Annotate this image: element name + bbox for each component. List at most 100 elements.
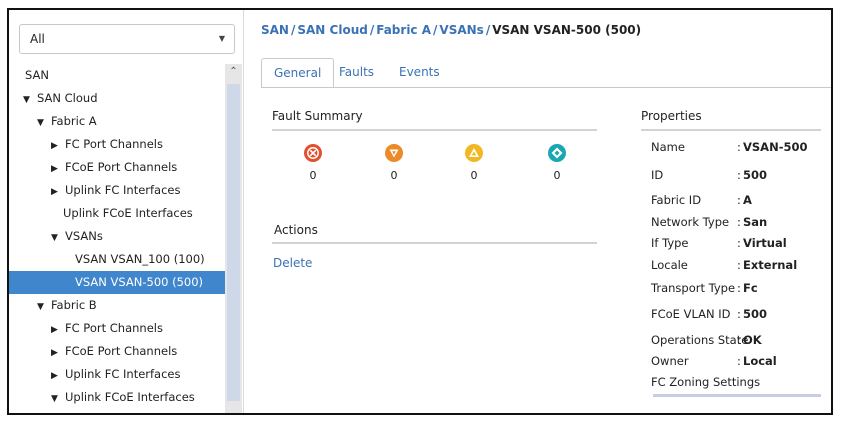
tree-node-label: Uplink FC Interfaces <box>65 183 181 197</box>
tab-divider <box>261 87 831 88</box>
tree-node[interactable]: ▼ Uplink FCoE Interfaces <box>9 386 225 409</box>
tree-node[interactable]: ▶ FCoE Port Channels <box>9 340 225 363</box>
chevron-down-icon[interactable]: ▼ <box>219 25 225 53</box>
tree-node-label: SAN <box>25 68 49 82</box>
property-colon: : <box>737 258 741 272</box>
tree-node[interactable]: VSAN VSAN-500 (500) <box>9 271 225 294</box>
tree-node-label: FCoE Port Channels <box>65 344 178 358</box>
property-value: VSAN-500 <box>743 140 808 154</box>
property-colon: : <box>737 193 741 207</box>
tab-faults[interactable]: Faults <box>327 58 386 88</box>
property-value: Local <box>743 354 777 368</box>
window-frame: All ▼ SAN ▼ SAN Cloud ▼ Fabric A ▶ FC Port Cha… <box>7 8 833 415</box>
tree-node[interactable]: ▶ FCoE Port Channels <box>9 156 225 179</box>
property-colon: : <box>737 168 741 182</box>
properties-divider <box>641 129 821 131</box>
fault-summary-divider <box>272 129 597 131</box>
property-key: ID <box>651 168 664 182</box>
tree-node-label: FCoE Port Channels <box>65 160 178 174</box>
actions-divider <box>272 242 597 244</box>
major-fault-icon <box>385 144 403 162</box>
tree-node[interactable]: ▶ Uplink FC Interfaces <box>9 179 225 202</box>
fc-zoning-settings-label[interactable]: FC Zoning Settings <box>651 375 760 389</box>
major-fault-count: 0 <box>390 169 398 182</box>
scroll-up-icon[interactable]: ⌃ <box>225 66 242 77</box>
critical-fault[interactable]: 0 <box>295 143 331 182</box>
tree-node[interactable]: SAN <box>9 64 225 87</box>
expanded-triangle-icon[interactable]: ▼ <box>51 227 65 250</box>
filter-selected-value: All <box>30 32 45 46</box>
tab-faults-label: Faults <box>339 65 375 79</box>
actions-title: Actions <box>274 223 318 237</box>
collapsed-triangle-icon[interactable]: ▶ <box>51 158 65 181</box>
breadcrumb-link[interactable]: SAN <box>261 23 289 37</box>
breadcrumb-current: VSAN VSAN-500 (500) <box>492 23 642 37</box>
property-key: If Type <box>651 236 689 250</box>
breadcrumb-separator: / <box>369 23 375 37</box>
tree-node[interactable]: ▶ Uplink FC Interfaces <box>9 363 225 386</box>
properties-scrollbar[interactable] <box>653 394 821 397</box>
critical-fault-icon <box>304 144 322 162</box>
tree-node[interactable]: VSAN VSAN_100 (100) <box>9 248 225 271</box>
collapsed-triangle-icon[interactable]: ▶ <box>51 365 65 388</box>
tree-node[interactable]: ▼ VSANs <box>9 225 225 248</box>
expanded-triangle-icon[interactable]: ▼ <box>51 388 65 411</box>
property-key: Locale <box>651 258 688 272</box>
breadcrumb-link[interactable]: Fabric A <box>376 23 431 37</box>
warning-fault-icon <box>548 144 566 162</box>
tree-node-label: Fabric A <box>51 114 97 128</box>
breadcrumb-link[interactable]: VSANs <box>439 23 483 37</box>
warning-fault[interactable]: 0 <box>539 143 575 182</box>
panel-divider[interactable] <box>243 10 244 413</box>
tree-node[interactable]: ▼ SAN Cloud <box>9 87 225 110</box>
delete-link[interactable]: Delete <box>273 256 312 270</box>
navigation-panel: All ▼ SAN ▼ SAN Cloud ▼ Fabric A ▶ FC Port Cha… <box>9 10 243 413</box>
tree-node-label: VSANs <box>65 229 103 243</box>
tab-general-label: General <box>274 66 322 80</box>
property-value: Fc <box>743 281 758 295</box>
minor-fault[interactable]: 0 <box>456 143 492 182</box>
tree-node[interactable]: ▼ Fabric B <box>9 294 225 317</box>
property-key: Name <box>651 140 685 154</box>
expanded-triangle-icon[interactable]: ▼ <box>37 112 51 135</box>
content-panel: SAN / SAN Cloud / Fabric A / VSANs / VSAN VSAN-5… <box>245 10 831 413</box>
major-fault[interactable]: 0 <box>376 143 412 182</box>
breadcrumb-link[interactable]: SAN Cloud <box>297 23 367 37</box>
tree-node[interactable]: ▼ Fabric A <box>9 110 225 133</box>
tree-node-label: VSAN VSAN_100 (100) <box>75 252 205 266</box>
collapsed-triangle-icon[interactable]: ▶ <box>51 319 65 342</box>
tab-events[interactable]: Events <box>387 58 452 88</box>
property-key: FCoE VLAN ID <box>651 307 731 321</box>
property-colon: : <box>737 215 741 229</box>
fault-summary-title: Fault Summary <box>272 109 363 123</box>
tree-node-label: Fabric B <box>51 298 97 312</box>
navigation-tree: SAN ▼ SAN Cloud ▼ Fabric A ▶ FC Port Channels ▶… <box>9 64 225 413</box>
property-value: OK <box>743 333 762 347</box>
tree-node-label: FC Port Channels <box>65 321 163 335</box>
collapsed-triangle-icon[interactable]: ▶ <box>51 181 65 204</box>
tab-events-label: Events <box>399 65 440 79</box>
tree-scrollbar[interactable]: ⌃ <box>225 64 242 413</box>
expanded-triangle-icon[interactable]: ▼ <box>37 296 51 319</box>
breadcrumb-separator: / <box>485 23 491 37</box>
filter-dropdown[interactable]: All ▼ <box>19 24 235 54</box>
collapsed-triangle-icon[interactable]: ▶ <box>51 135 65 158</box>
tree-node[interactable]: ▶ FC Port Channels <box>9 133 225 156</box>
tree-node-label: SAN Cloud <box>37 91 98 105</box>
tree-node[interactable]: ▶ FC Port Channels <box>9 317 225 340</box>
property-key: Operations State <box>651 333 749 347</box>
tab-general[interactable]: General <box>261 58 335 88</box>
property-value: 500 <box>743 168 768 182</box>
tree-node[interactable]: Uplink FCoE Interfaces <box>9 202 225 225</box>
tree-node-label: VSAN VSAN-500 (500) <box>75 275 204 289</box>
property-value: A <box>743 193 752 207</box>
property-key: Fabric ID <box>651 193 702 207</box>
property-colon: : <box>737 354 741 368</box>
property-value: 500 <box>743 307 768 321</box>
tree-node-label: FC Port Channels <box>65 137 163 151</box>
tree-node-label: Uplink FC Interfaces <box>65 367 181 381</box>
expanded-triangle-icon[interactable]: ▼ <box>23 89 37 112</box>
tree-node-label: Uplink FCoE Interfaces <box>65 390 195 404</box>
collapsed-triangle-icon[interactable]: ▶ <box>51 342 65 365</box>
scrollbar-thumb[interactable] <box>227 84 240 401</box>
